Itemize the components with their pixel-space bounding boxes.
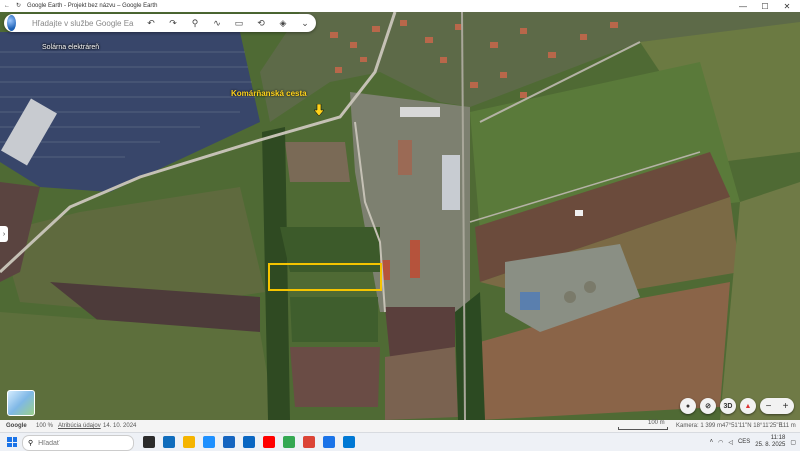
taskbar-app-icon[interactable] <box>223 436 235 448</box>
undo-icon[interactable]: ↶ <box>140 18 162 29</box>
start-button[interactable] <box>7 437 17 447</box>
place-icon[interactable]: ⚲ <box>184 18 206 29</box>
taskbar-app-icon[interactable] <box>303 436 315 448</box>
taskbar-app-icon[interactable] <box>183 436 195 448</box>
taskbar: ⚲ ˄ ◠ ◁ CES 11:18 25. 8. 2025 ▢ <box>0 432 800 451</box>
attribution-link[interactable]: Atribúcia údajov <box>58 423 101 429</box>
taskbar-app-icon[interactable] <box>163 436 175 448</box>
path-icon[interactable]: ∿ <box>206 18 228 29</box>
search-bar: ↶ ↷ ⚲ ∿ ▭ ⟲ ◈ ⌄ <box>4 14 316 32</box>
redo-icon[interactable]: ↷ <box>162 18 184 29</box>
taskbar-app-icon[interactable] <box>263 436 275 448</box>
map-controls: ● ⊘ 3D ▲ − + <box>680 398 794 414</box>
map-style-thumbnail[interactable] <box>7 390 35 416</box>
zoom-out-button[interactable]: − <box>760 398 777 414</box>
system-tray: ˄ ◠ ◁ CES 11:18 25. 8. 2025 ▢ <box>710 435 796 449</box>
imagery-date: 14. 10. 2024 <box>103 423 137 429</box>
compass-icon[interactable]: ▲ <box>740 398 756 414</box>
road-annotation-label: Komárňanská cesta <box>231 89 307 98</box>
close-button[interactable]: ✕ <box>776 0 798 12</box>
coordinates: 47°51'11"N 18°11'25"E <box>722 423 783 429</box>
camera-altitude: Kamera: 1 399 m <box>676 423 723 429</box>
highlight-rectangle <box>268 263 382 291</box>
pegman-icon[interactable]: ● <box>680 398 696 414</box>
notification-icon[interactable]: ▢ <box>790 439 796 446</box>
volume-icon[interactable]: ◁ <box>728 439 733 446</box>
clock-date: 25. 8. 2025 <box>755 442 786 448</box>
title-bar: ← ↻ Google Earth - Projekt bez názvu – G… <box>0 0 800 12</box>
taskbar-app-icon[interactable] <box>323 436 335 448</box>
back-icon[interactable]: ← <box>4 3 10 9</box>
satellite-map[interactable] <box>0 12 800 420</box>
language-indicator[interactable]: CES <box>738 439 750 445</box>
map-imagery <box>0 12 800 420</box>
history-icon[interactable]: ⟲ <box>250 18 272 29</box>
clock-time: 11:18 <box>770 435 786 441</box>
clock[interactable]: 11:18 25. 8. 2025 <box>755 435 785 449</box>
taskbar-app-icon[interactable] <box>143 436 155 448</box>
more-icon[interactable]: ⌄ <box>294 18 316 29</box>
google-logo: Google <box>6 423 27 429</box>
rotate-icon[interactable]: ⊘ <box>700 398 716 414</box>
taskbar-app-icon[interactable] <box>343 436 355 448</box>
search-icon: ⚲ <box>28 440 34 447</box>
minimize-button[interactable]: — <box>732 0 754 12</box>
wifi-icon[interactable]: ◠ <box>718 439 723 446</box>
scale-label: 100 m <box>648 420 665 426</box>
measure-icon[interactable]: ▭ <box>228 18 250 29</box>
arrow-down-icon <box>314 104 324 116</box>
elevation: 111 m <box>780 423 796 429</box>
taskbar-search-input[interactable] <box>36 438 121 448</box>
earth-menu-icon[interactable] <box>7 15 16 31</box>
map-place-label[interactable]: Solárna elektráreň <box>42 44 99 51</box>
search-input[interactable] <box>30 17 136 29</box>
layers-icon[interactable]: ◈ <box>272 18 294 29</box>
status-bar: Google 100 % Atribúcia údajov 14. 10. 20… <box>0 420 800 432</box>
chevron-up-icon[interactable]: ˄ <box>710 439 714 445</box>
taskbar-search[interactable]: ⚲ <box>22 435 134 451</box>
refresh-icon[interactable]: ↻ <box>16 2 21 9</box>
taskbar-app-icon[interactable] <box>243 436 255 448</box>
zoom-control: − + <box>760 398 794 414</box>
view-3d-button[interactable]: 3D <box>720 398 736 414</box>
taskbar-app-icon[interactable] <box>203 436 215 448</box>
scale-bar <box>618 427 668 430</box>
window-title: Google Earth - Projekt bez názvu – Googl… <box>27 2 158 9</box>
expand-panel-button[interactable]: › <box>0 226 8 242</box>
taskbar-app-icon[interactable] <box>283 436 295 448</box>
zoom-level: 100 % <box>36 423 54 429</box>
zoom-in-button[interactable]: + <box>777 398 794 414</box>
maximize-button[interactable]: ☐ <box>754 0 776 12</box>
taskbar-apps <box>143 436 355 448</box>
